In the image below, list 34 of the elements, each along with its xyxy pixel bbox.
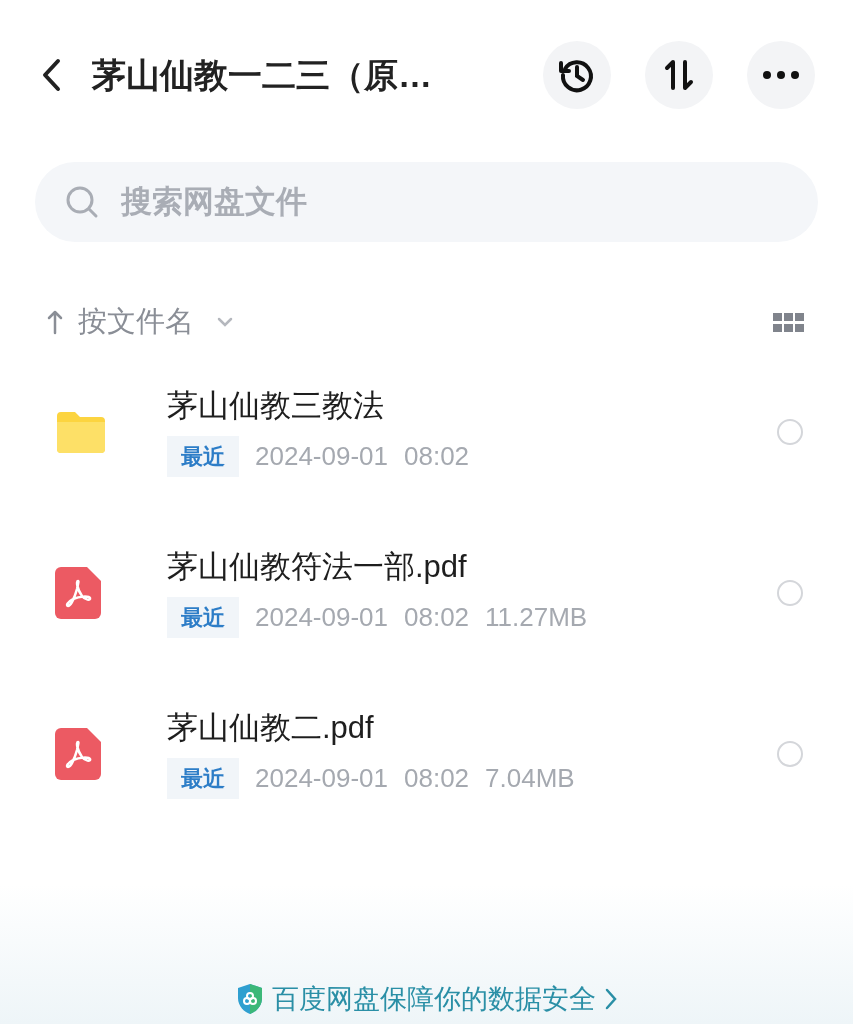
chevron-right-icon xyxy=(603,987,618,1012)
file-name: 茅山仙教二.pdf xyxy=(167,708,375,747)
file-time: 08:02 xyxy=(404,440,470,474)
recent-tag: 最近 xyxy=(167,597,239,639)
chevron-down-icon xyxy=(216,315,234,328)
sort-icon xyxy=(662,58,696,92)
recent-tag: 最近 xyxy=(167,436,239,478)
shield-icon xyxy=(235,983,264,1016)
recent-tag: 最近 xyxy=(167,758,239,800)
file-name: 茅山仙教三教法 xyxy=(167,386,385,425)
search-icon xyxy=(65,185,99,219)
file-row[interactable]: 茅山仙教符法一部.pdf 最近 2024-09-01 08:02 11.27MB xyxy=(0,512,853,674)
pdf-file-icon xyxy=(55,728,101,780)
search-field[interactable]: 搜索网盘文件 xyxy=(119,177,619,227)
file-date: 2024-09-01 xyxy=(255,601,388,635)
pdf-file-icon xyxy=(55,567,101,619)
file-row[interactable]: 茅山仙教二.pdf 最近 2024-09-01 08:02 7.04MB xyxy=(0,673,853,835)
select-checkbox[interactable] xyxy=(777,741,803,767)
file-size: 11.27MB xyxy=(485,601,588,635)
file-time: 08:02 xyxy=(404,762,470,796)
more-icon xyxy=(763,71,799,79)
arrow-up-icon xyxy=(46,308,64,335)
file-time: 08:02 xyxy=(404,601,470,635)
file-row[interactable]: 茅山仙教三教法 最近 2024-09-01 08:02 xyxy=(0,351,853,513)
file-name: 茅山仙教符法一部.pdf xyxy=(167,547,468,586)
select-checkbox[interactable] xyxy=(777,580,803,606)
select-checkbox[interactable] xyxy=(777,419,803,445)
file-size: 7.04MB xyxy=(485,762,575,796)
search-bar[interactable]: 搜索网盘文件 xyxy=(35,162,818,242)
folder-icon xyxy=(55,410,107,454)
file-date: 2024-09-01 xyxy=(255,762,388,796)
file-date: 2024-09-01 xyxy=(255,440,388,474)
back-button[interactable] xyxy=(40,58,62,92)
folder-title: 茅山仙教一二三（原… xyxy=(92,54,432,96)
